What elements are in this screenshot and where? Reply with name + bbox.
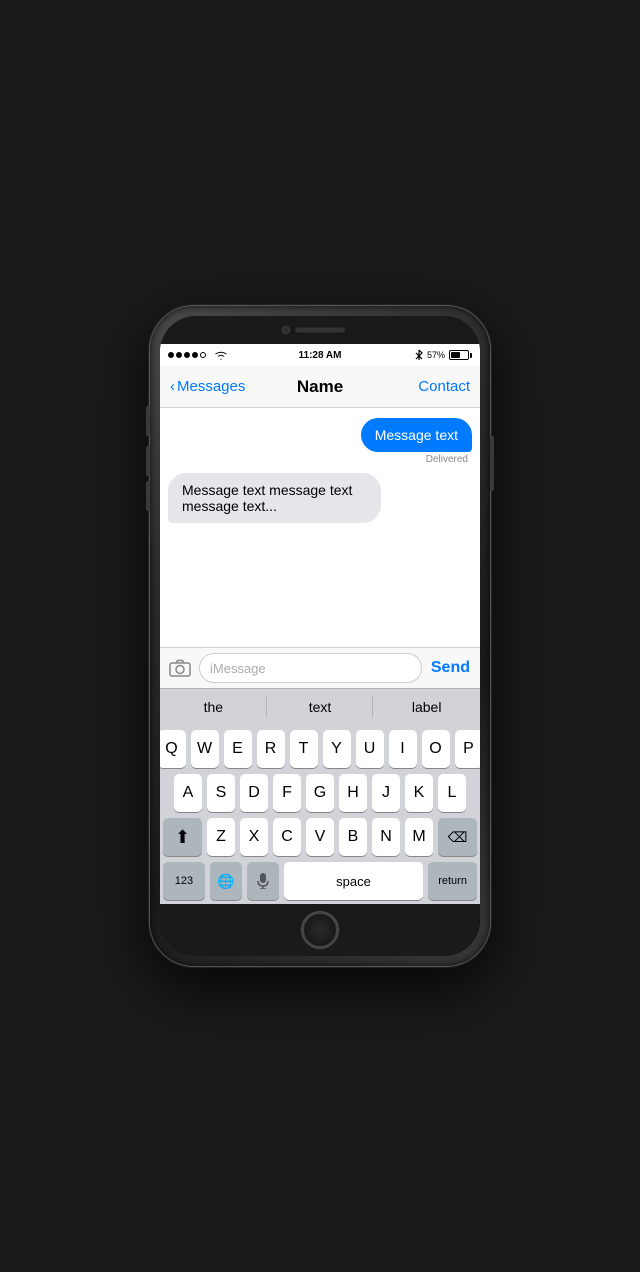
mic-icon xyxy=(257,873,269,889)
signal-dot-5 xyxy=(200,352,206,358)
status-bar: 11:28 AM 57% xyxy=(160,344,480,366)
key-y[interactable]: Y xyxy=(323,730,351,768)
key-a[interactable]: A xyxy=(174,774,202,812)
key-s[interactable]: S xyxy=(207,774,235,812)
space-key[interactable]: space xyxy=(284,862,423,900)
key-j[interactable]: J xyxy=(372,774,400,812)
back-chevron: ‹ xyxy=(170,378,175,395)
shift-key[interactable]: ⬆ xyxy=(163,818,202,856)
screen: 11:28 AM 57% ‹ xyxy=(160,344,480,904)
keyboard-row-3: ⬆ Z X C V B N M ⌫ xyxy=(163,818,477,856)
battery-percent: 57% xyxy=(427,350,445,360)
phone-screen: 11:28 AM 57% ‹ xyxy=(160,316,480,956)
key-i[interactable]: I xyxy=(389,730,417,768)
messages-area: Message text Delivered Message text mess… xyxy=(160,408,480,647)
keyboard-row-2: A S D F G H J K L xyxy=(163,774,477,812)
key-d[interactable]: D xyxy=(240,774,268,812)
phone-top-bar xyxy=(160,316,480,344)
input-area: iMessage Send xyxy=(160,647,480,688)
key-z[interactable]: Z xyxy=(207,818,235,856)
key-f[interactable]: F xyxy=(273,774,301,812)
camera-button[interactable] xyxy=(166,654,194,682)
autocomplete-item-0[interactable]: the xyxy=(160,689,267,724)
received-bubble: Message text message text message text..… xyxy=(168,473,381,523)
autocomplete-bar: the text label xyxy=(160,688,480,724)
key-k[interactable]: K xyxy=(405,774,433,812)
back-button[interactable]: ‹ Messages xyxy=(170,378,270,395)
delete-key[interactable]: ⌫ xyxy=(438,818,477,856)
key-p[interactable]: P xyxy=(455,730,481,768)
input-placeholder: iMessage xyxy=(210,661,266,676)
bluetooth-icon xyxy=(415,349,423,361)
key-e[interactable]: E xyxy=(224,730,252,768)
battery-icon xyxy=(449,350,472,360)
key-o[interactable]: O xyxy=(422,730,450,768)
key-r[interactable]: R xyxy=(257,730,285,768)
return-key[interactable]: return xyxy=(428,862,477,900)
signal-dot-2 xyxy=(176,352,182,358)
sent-message-wrap: Message text Delivered xyxy=(168,418,472,465)
autocomplete-item-1[interactable]: text xyxy=(267,689,374,724)
phone-device: 11:28 AM 57% ‹ xyxy=(150,306,490,966)
signal-area xyxy=(168,346,269,364)
key-b[interactable]: B xyxy=(339,818,367,856)
mic-key[interactable] xyxy=(247,862,279,900)
send-button[interactable]: Send xyxy=(427,659,474,677)
sent-bubble: Message text xyxy=(361,418,472,452)
key-x[interactable]: X xyxy=(240,818,268,856)
received-message-wrap: Message text message text message text..… xyxy=(168,473,472,523)
delivered-status: Delivered xyxy=(426,454,468,465)
key-l[interactable]: L xyxy=(438,774,466,812)
signal-dot-4 xyxy=(192,352,198,358)
home-button-area xyxy=(160,904,480,956)
status-right: 57% xyxy=(371,349,472,361)
keyboard: Q W E R T Y U I O P A S D F xyxy=(160,724,480,904)
conversation-title: Name xyxy=(270,377,370,397)
key-t[interactable]: T xyxy=(290,730,318,768)
signal-dot-3 xyxy=(184,352,190,358)
key-h[interactable]: H xyxy=(339,774,367,812)
globe-key[interactable]: 🌐 xyxy=(210,862,242,900)
wifi-icon xyxy=(214,350,228,360)
key-u[interactable]: U xyxy=(356,730,384,768)
key-q[interactable]: Q xyxy=(160,730,186,768)
camera-icon xyxy=(169,659,191,677)
keyboard-row-4: 123 🌐 space return xyxy=(163,862,477,900)
key-w[interactable]: W xyxy=(191,730,219,768)
key-g[interactable]: G xyxy=(306,774,334,812)
keyboard-row-1: Q W E R T Y U I O P xyxy=(163,730,477,768)
contact-button[interactable]: Contact xyxy=(370,378,470,395)
speaker xyxy=(295,328,345,333)
navigation-bar: ‹ Messages Name Contact xyxy=(160,366,480,408)
numbers-key[interactable]: 123 xyxy=(163,862,205,900)
key-m[interactable]: M xyxy=(405,818,433,856)
home-button[interactable] xyxy=(302,912,338,948)
key-c[interactable]: C xyxy=(273,818,301,856)
back-label: Messages xyxy=(177,378,245,395)
signal-dot-1 xyxy=(168,352,174,358)
front-camera xyxy=(282,326,290,334)
status-time: 11:28 AM xyxy=(269,350,370,361)
autocomplete-item-2[interactable]: label xyxy=(373,689,480,724)
key-n[interactable]: N xyxy=(372,818,400,856)
key-v[interactable]: V xyxy=(306,818,334,856)
message-input[interactable]: iMessage xyxy=(199,653,422,683)
